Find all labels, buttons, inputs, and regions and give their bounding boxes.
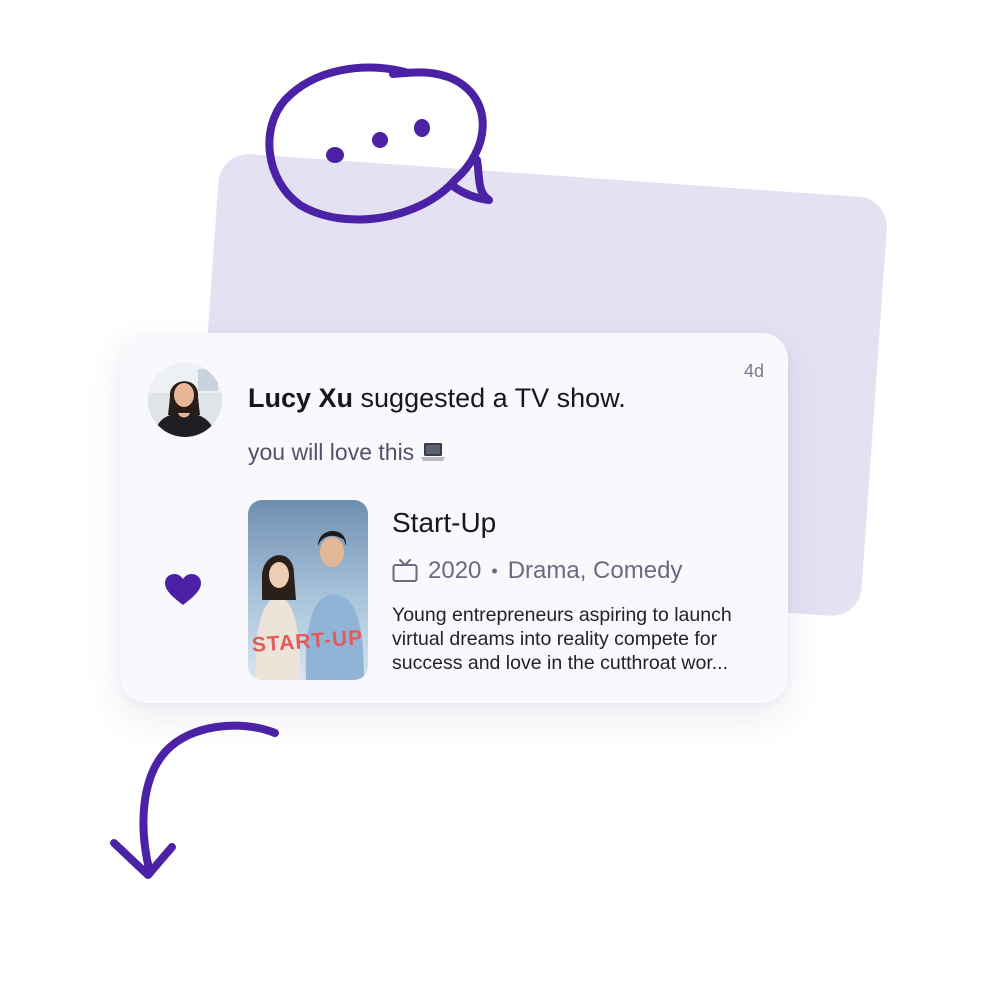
laptop-icon	[421, 443, 446, 461]
description-line: success and love in the cutthroat wor...	[392, 652, 729, 674]
speech-bubble-doodle-icon	[265, 63, 493, 224]
show-year: 2020	[428, 557, 482, 584]
show-title[interactable]: Start-Up	[392, 507, 496, 539]
description-line: Young entrepreneurs aspiring to launch	[392, 604, 732, 626]
show-genres: Drama, Comedy	[507, 557, 683, 584]
meta-separator: •	[491, 560, 498, 581]
tv-icon	[392, 559, 418, 582]
post-headline: Lucy Xu suggested a TV show.	[248, 383, 626, 414]
show-poster[interactable]: START-UP	[248, 500, 368, 680]
heart-icon[interactable]	[164, 573, 202, 607]
show-description: Young entrepreneurs aspiring to launch v…	[392, 603, 772, 675]
description-line: virtual dreams into reality compete for	[392, 628, 718, 650]
avatar[interactable]	[148, 363, 222, 437]
timestamp: 4d	[743, 361, 764, 381]
message-text: you will love this	[248, 439, 446, 466]
action-text: suggested a TV show.	[353, 383, 626, 413]
show-meta: 2020 • Drama, Comedy	[392, 557, 682, 585]
curved-arrow-doodle-icon	[110, 721, 279, 879]
suggestion-card[interactable]: 4d Lucy Xu suggested a TV show. you will…	[120, 333, 788, 703]
user-name-link[interactable]: Lucy Xu	[248, 383, 353, 413]
message-body: you will love this	[248, 439, 415, 465]
